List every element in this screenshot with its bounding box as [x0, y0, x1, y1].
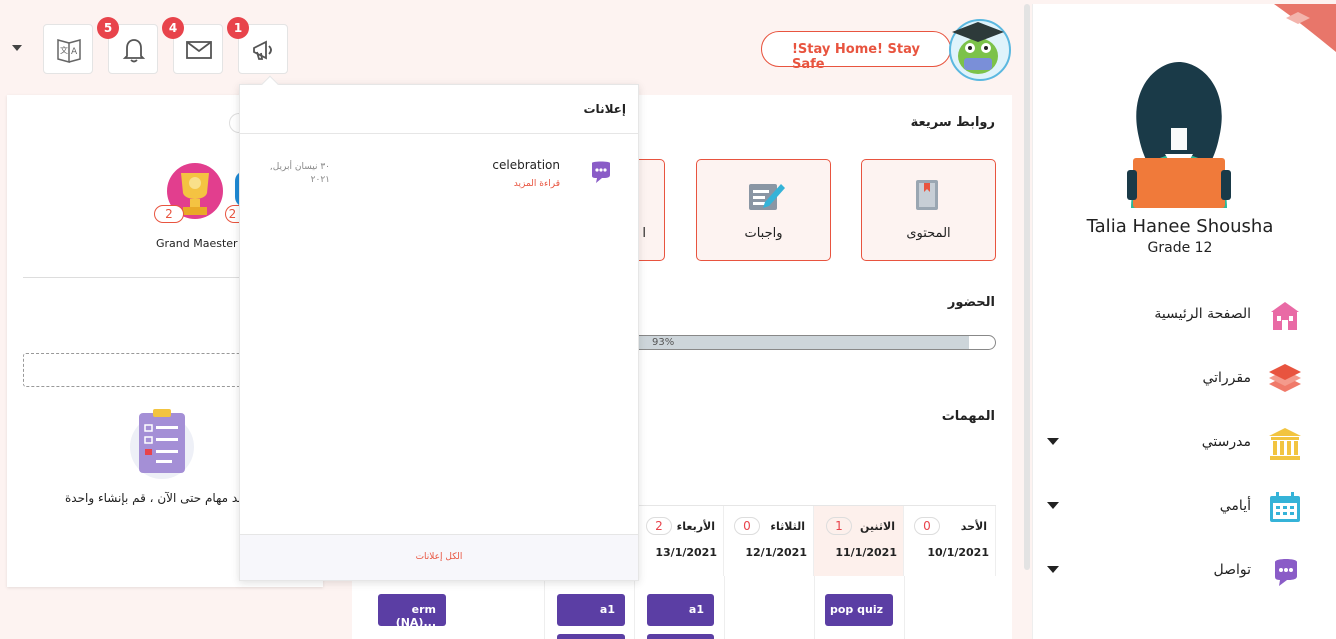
stay-safe-banner: !Stay Home! Stay Safe — [761, 31, 951, 72]
day-name: الثلاثاء — [770, 520, 805, 533]
institution-icon — [1269, 428, 1301, 460]
sidebar-item-label: أيامي — [1219, 498, 1251, 514]
chevron-down-icon[interactable] — [1047, 566, 1059, 573]
quick-link-assignments[interactable]: واجبات — [696, 159, 831, 261]
day-task-count: 0 — [734, 517, 760, 535]
trophy-label: Grand Maester — [156, 237, 238, 250]
messages-badge: 4 — [162, 17, 184, 39]
sidebar-item-courses[interactable]: مقرراتي — [1033, 360, 1333, 400]
language-button[interactable]: 文 A — [43, 24, 93, 74]
dropdown-arrow — [261, 75, 279, 93]
day-name: الأحد — [960, 520, 987, 533]
day-name: الاثنين — [860, 520, 895, 533]
sidebar-item-my-days[interactable]: أيامي — [1033, 488, 1333, 528]
attendance-progress-bar — [622, 335, 996, 350]
notifications-badge: 5 — [97, 17, 119, 39]
chevron-down-icon[interactable] — [1047, 438, 1059, 445]
school-building-icon — [1271, 302, 1299, 330]
chat-icon — [1275, 559, 1297, 586]
scrollbar[interactable] — [1024, 4, 1030, 570]
sidebar-item-my-school[interactable]: مدرستي — [1033, 424, 1333, 464]
day-column-sunday[interactable]: الأحد 0 10/1/2021 — [904, 506, 996, 576]
calendar-icon — [1270, 492, 1300, 522]
school-logo-icon[interactable] — [1264, 4, 1336, 52]
dropdown-title: إعلانات — [583, 102, 627, 116]
task-chip[interactable]: erm (NA)... — [378, 594, 446, 629]
grid-line — [904, 576, 905, 639]
grid-line — [634, 576, 635, 639]
day-date: 10/1/2021 — [927, 546, 989, 559]
day-task-count: 2 — [646, 517, 672, 535]
sidebar-item-label: تواصل — [1213, 562, 1251, 578]
day-column-tuesday[interactable]: الثلاثاء 0 12/1/2021 — [724, 506, 814, 576]
task-chip[interactable] — [557, 634, 625, 639]
day-column-wednesday[interactable]: الأربعاء 2 13/1/2021 — [634, 506, 724, 576]
day-date: 12/1/2021 — [745, 546, 807, 559]
chevron-down-icon[interactable] — [1047, 502, 1059, 509]
announcement-date-line: ٢٠٢١ — [310, 175, 330, 185]
chat-icon — [592, 161, 610, 183]
read-more-link[interactable]: قراءة المزيد — [514, 179, 560, 189]
day-name: الأربعاء — [676, 520, 715, 533]
book-icon — [916, 180, 938, 210]
grid-line — [724, 576, 725, 639]
day-date: 13/1/2021 — [655, 546, 717, 559]
mascot-avatar-icon[interactable] — [942, 16, 1014, 82]
task-chip[interactable]: a1 — [647, 594, 714, 626]
dropdown-footer: الكل إعلانات — [240, 534, 638, 580]
announcement-date-line: ٣٠ نيسان أبريل, — [269, 162, 330, 172]
quick-links-title: روابط سريعة — [910, 115, 995, 130]
mail-icon — [186, 41, 212, 59]
user-grade: Grade 12 — [1147, 240, 1213, 256]
chevron-down-icon[interactable] — [12, 45, 22, 51]
announcements-dropdown: إعلانات celebration قراءة المزيد ٣٠ نيسا… — [239, 75, 639, 581]
bell-icon — [122, 39, 146, 63]
stacked-books-icon — [1269, 364, 1301, 392]
announcement-date: ٣٠ نيسان أبريل, ٢٠٢١ — [260, 161, 330, 187]
announcements-badge: 1 — [227, 17, 249, 39]
day-date: 11/1/2021 — [835, 546, 897, 559]
sidebar-item-label: مقرراتي — [1202, 370, 1251, 386]
sidebar-item-home[interactable]: الصفحة الرئيسية — [1033, 296, 1333, 336]
attendance-progress-fill — [623, 336, 969, 349]
task-chip[interactable] — [647, 634, 714, 639]
trophy-count: 2 — [154, 205, 184, 223]
sidebar-item-communicate[interactable]: تواصل — [1033, 552, 1333, 592]
day-task-count: 0 — [914, 517, 940, 535]
user-name: Talia Hanee Shousha — [1086, 216, 1274, 237]
tasks-title: المهمات — [941, 409, 995, 424]
sidebar: Talia Hanee Shousha Grade 12 الصفحة الرئ… — [1032, 4, 1336, 639]
task-chip[interactable]: a1 — [557, 594, 625, 626]
sidebar-item-label: الصفحة الرئيسية — [1154, 306, 1251, 322]
all-announcements-link[interactable]: الكل إعلانات — [240, 552, 638, 562]
divider — [240, 133, 638, 134]
attendance-title: الحضور — [947, 295, 995, 310]
notifications-button[interactable]: 5 — [97, 17, 158, 74]
avatar — [1127, 62, 1231, 208]
task-chip[interactable]: pop quiz — [825, 594, 893, 626]
stay-safe-text: !Stay Home! Stay Safe — [792, 42, 920, 72]
edit-notes-icon — [749, 184, 785, 210]
svg-text:A: A — [71, 47, 78, 57]
trophy-count: 2 — [225, 205, 239, 223]
sidebar-item-label: مدرستي — [1201, 434, 1251, 450]
translate-icon: 文 A — [57, 39, 81, 63]
quick-link-content[interactable]: المحتوى — [861, 159, 996, 261]
announcements-button[interactable]: 1 — [227, 17, 288, 74]
announcement-title[interactable]: celebration — [492, 158, 560, 172]
day-column-monday[interactable]: الاثنين 1 11/1/2021 — [814, 506, 904, 576]
quick-link-label: المحتوى — [906, 226, 951, 241]
svg-text:文: 文 — [60, 45, 68, 55]
checklist-icon — [130, 409, 194, 479]
messages-button[interactable]: 4 — [162, 17, 223, 74]
quick-link-label: واجبات — [744, 226, 783, 241]
grid-line — [814, 576, 815, 639]
day-task-count: 1 — [826, 517, 852, 535]
attendance-percent: 93% — [652, 337, 675, 348]
grid-line — [544, 576, 545, 639]
megaphone-icon — [253, 40, 272, 60]
